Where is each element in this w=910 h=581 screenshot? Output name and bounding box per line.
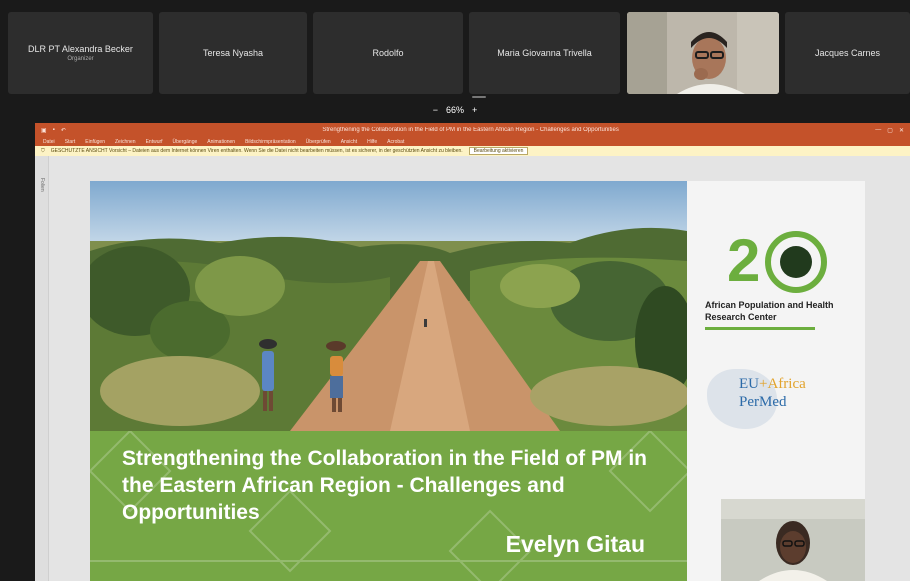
presenter-camera-overlay — [721, 499, 865, 581]
participant-tile[interactable]: DLR PT Alexandra Becker Organizer — [8, 12, 153, 94]
save-icon[interactable]: ▪ — [53, 127, 55, 133]
tab-ueberpruefen[interactable]: Überprüfen — [306, 139, 331, 145]
presenter-name: Evelyn Gitau — [505, 531, 645, 557]
tab-hilfe[interactable]: Hilfe — [367, 139, 377, 145]
window-titlebar: ▣ ▪ ↶ Strengthening the Collaboration in… — [35, 123, 910, 137]
tab-zeichnen[interactable]: Zeichnen — [115, 139, 136, 145]
tab-entwurf[interactable]: Entwurf — [146, 139, 163, 145]
powerpoint-icon: ▣ — [41, 127, 47, 134]
participant-strip: DLR PT Alexandra Becker Organizer Teresa… — [0, 8, 910, 94]
close-icon[interactable]: ✕ — [899, 127, 904, 134]
africa-text: Africa — [767, 376, 806, 392]
shared-screen: ▣ ▪ ↶ Strengthening the Collaboration in… — [35, 123, 910, 581]
ribbon-tabs: Datei Start Einfügen Zeichnen Entwurf Üb… — [35, 137, 910, 146]
minimize-icon[interactable]: — — [875, 127, 881, 133]
slide-title-banner: Strengthening the Collaboration in the F… — [90, 431, 687, 581]
zoom-control: − 66% + — [0, 96, 910, 120]
aphrc-ring-logo — [765, 231, 827, 293]
tab-animationen[interactable]: Animationen — [207, 139, 235, 145]
participant-tile[interactable]: Maria Giovanna Trivella — [469, 12, 620, 94]
participant-tile[interactable]: Rodolfo — [313, 12, 463, 94]
tab-ansicht[interactable]: Ansicht — [341, 139, 357, 145]
tab-datei[interactable]: Datei — [43, 139, 55, 145]
window-title: Strengthening the Collaboration in the F… — [322, 127, 619, 133]
participant-name: Teresa Nyasha — [202, 48, 264, 58]
participant-role: Organizer — [67, 56, 94, 62]
protected-view-message: GESCHÜTZTE ANSICHT Vorsicht – Dateien au… — [50, 148, 463, 154]
aphrc-tagline — [705, 326, 815, 331]
undo-icon[interactable]: ↶ — [61, 127, 66, 134]
zoom-in-button[interactable]: + — [472, 105, 477, 115]
slide-workarea: Folien Strengthening the Collaboration i… — [35, 156, 910, 581]
participant-video-tile[interactable] — [627, 12, 779, 94]
tab-uebergaenge[interactable]: Übergänge — [173, 139, 198, 145]
protected-view-bar: ⛉ GESCHÜTZTE ANSICHT Vorsicht – Dateien … — [35, 146, 910, 156]
tab-einfuegen[interactable]: Einfügen — [85, 139, 105, 145]
slide-photo — [90, 181, 687, 431]
participant-video — [627, 12, 779, 94]
participant-name: DLR PT Alexandra Becker — [28, 44, 133, 54]
maximize-icon[interactable]: ▢ — [887, 127, 893, 134]
participant-name: Rodolfo — [372, 48, 404, 58]
drag-handle[interactable] — [472, 96, 486, 98]
slide[interactable]: Strengthening the Collaboration in the F… — [90, 181, 865, 581]
enable-editing-button[interactable]: Bearbeitung aktivieren — [468, 147, 529, 155]
slide-logo-panel: 2 African Population and Health Research… — [687, 181, 865, 581]
zoom-level: 66% — [445, 105, 464, 115]
permed-text: PerMed — [739, 394, 787, 410]
tab-bildschirmpraesentation[interactable]: Bildschirmpräsentation — [245, 139, 296, 145]
thumbnail-rail[interactable]: Folien — [35, 156, 49, 581]
tab-acrobat[interactable]: Acrobat — [387, 139, 404, 145]
participant-tile[interactable]: Jacques Carnes — [785, 12, 910, 94]
participant-name: Maria Giovanna Trivella — [497, 48, 592, 58]
aphrc-logo: 2 — [727, 227, 760, 294]
thumbnail-label: Folien — [39, 178, 45, 192]
zoom-out-button[interactable]: − — [433, 105, 438, 115]
slide-title: Strengthening the Collaboration in the F… — [122, 447, 647, 524]
eu-africa-permed-logo: EU+Africa — [739, 376, 806, 393]
participant-name: Jacques Carnes — [814, 48, 881, 58]
tab-start[interactable]: Start — [65, 139, 76, 145]
shield-icon: ⛉ — [41, 148, 45, 154]
participant-tile[interactable]: Teresa Nyasha — [159, 12, 307, 94]
aphrc-name: African Population and Health Research C… — [705, 300, 834, 322]
eu-text: EU — [739, 376, 759, 392]
